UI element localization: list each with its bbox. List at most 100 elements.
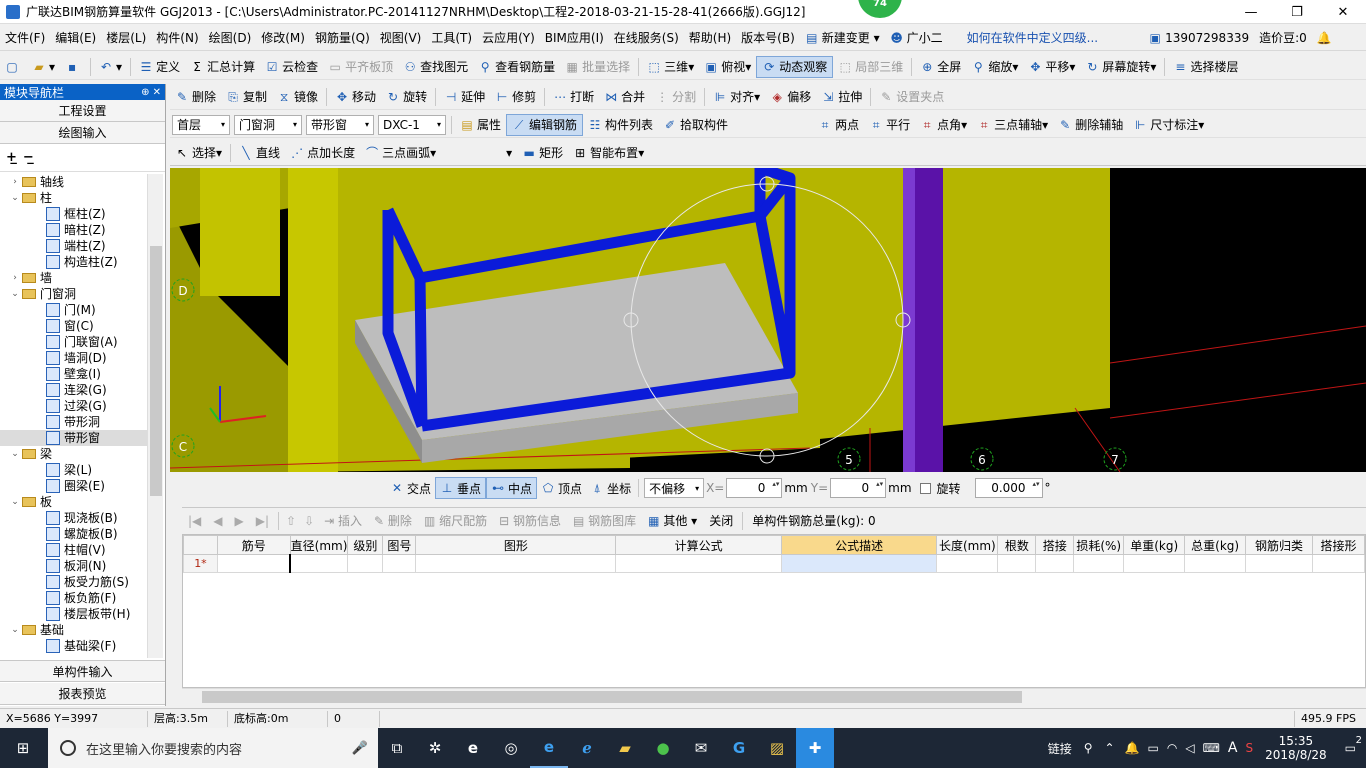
three-point-axis-button[interactable]: ⌗ 三点辅轴 ▾ xyxy=(972,114,1053,136)
rebar-info-button[interactable]: ⊟ 钢筋信息 xyxy=(493,512,567,529)
tree-item[interactable]: ⌄ 门窗洞 xyxy=(0,286,148,302)
col-unit-weight[interactable]: 单重(kg) xyxy=(1123,535,1186,555)
menu-file[interactable]: 文件(F) xyxy=(0,29,50,46)
tree-item[interactable]: 窗(C) xyxy=(0,318,148,334)
minimize-button[interactable]: — xyxy=(1228,0,1274,24)
col-formula-desc[interactable]: 公式描述 xyxy=(780,535,938,555)
tree-item[interactable]: 暗柱(Z) xyxy=(0,222,148,238)
menu-modify[interactable]: 修改(M) xyxy=(256,29,310,46)
3d-viewport[interactable]: D C 5 6 7 xyxy=(170,168,1366,472)
select-floor-button[interactable]: ≡ 选择楼层 xyxy=(1168,56,1243,78)
cell-shape[interactable] xyxy=(415,554,617,573)
menu-draw[interactable]: 绘图(D) xyxy=(204,29,257,46)
tree-toggle-icon[interactable]: ⌄ xyxy=(10,446,20,462)
category-select[interactable]: 门窗洞 ▾ xyxy=(234,114,302,135)
drawing-input-tab[interactable]: 绘图输入 xyxy=(0,122,165,144)
close-button[interactable]: ✕ xyxy=(1320,0,1366,24)
cell-formula[interactable] xyxy=(615,554,782,573)
tree-item[interactable]: 墙洞(D) xyxy=(0,350,148,366)
tree-toggle-icon[interactable]: › xyxy=(10,174,20,190)
col-grade[interactable]: 级别 xyxy=(347,535,384,555)
dynamic-view-button[interactable]: ⟳ 动态观察 xyxy=(756,55,834,78)
tree-item[interactable]: 端柱(Z) xyxy=(0,238,148,254)
line-button[interactable]: ╲ 直线 xyxy=(234,142,285,164)
new-file-button[interactable]: ▢ xyxy=(0,56,27,78)
swirl-app-icon[interactable]: ◎ xyxy=(492,728,530,768)
plus-app-icon[interactable]: ✚ xyxy=(796,728,834,768)
col-count[interactable]: 根数 xyxy=(997,535,1037,555)
break-button[interactable]: ⋯ 打断 xyxy=(548,86,599,108)
full-screen-button[interactable]: ⊕ 全屏 xyxy=(915,56,966,78)
pick-component-button[interactable]: ✐ 拾取构件 xyxy=(658,114,733,136)
rotate-button[interactable]: ↻ 旋转 xyxy=(381,86,432,108)
tree-item[interactable]: 螺旋板(B) xyxy=(0,526,148,542)
tree-item[interactable]: 基础梁(F) xyxy=(0,638,148,654)
menu-edit[interactable]: 编辑(E) xyxy=(50,29,101,46)
component-list-button[interactable]: ☷ 构件列表 xyxy=(583,114,658,136)
edge-active-icon[interactable]: e xyxy=(530,728,568,768)
cell-figure-no[interactable] xyxy=(382,554,417,573)
vertex-snap[interactable]: ⬠ 顶点 xyxy=(537,480,586,497)
perpendicular-snap[interactable]: ⊥ 垂点 xyxy=(435,477,487,499)
tree-item[interactable]: 板负筋(F) xyxy=(0,590,148,606)
component-select[interactable]: DXC-1 ▾ xyxy=(378,114,446,135)
tree-toggle-icon[interactable]: › xyxy=(10,270,20,286)
open-file-button[interactable]: ▰ ▾ xyxy=(27,56,60,78)
menu-cloud[interactable]: 云应用(Y) xyxy=(477,29,540,46)
cell-formula-desc[interactable] xyxy=(780,554,938,573)
cell-loss[interactable] xyxy=(1073,554,1125,573)
cloud-check-button[interactable]: ☑ 云检查 xyxy=(260,56,323,78)
rect-button[interactable]: ▬ 矩形 xyxy=(517,142,568,164)
microphone-icon[interactable]: 🎤 xyxy=(352,741,368,756)
maximize-button[interactable]: ❐ xyxy=(1274,0,1320,24)
tree-item[interactable]: 连梁(G) xyxy=(0,382,148,398)
extend-button[interactable]: ⊣ 延伸 xyxy=(439,86,490,108)
view-rebar-button[interactable]: ⚲ 查看钢筋量 xyxy=(473,56,560,78)
ie-browser-icon[interactable]: ℯ xyxy=(568,728,606,768)
wifi-icon[interactable]: ◠ xyxy=(1163,741,1181,755)
define-button[interactable]: ☰ 定义 xyxy=(134,56,185,78)
col-category[interactable]: 钢筋归类 xyxy=(1245,535,1313,555)
arc-more-dropdown[interactable]: ▾ xyxy=(501,142,517,164)
tree-item[interactable]: 板受力筋(S) xyxy=(0,574,148,590)
copy-button[interactable]: ⎘ 复制 xyxy=(221,86,272,108)
stretch-button[interactable]: ⇲ 拉伸 xyxy=(816,86,867,108)
cell-unit-weight[interactable] xyxy=(1123,554,1186,573)
task-view-icon[interactable]: ⧉ xyxy=(378,728,416,768)
cell-lap-type[interactable] xyxy=(1311,554,1366,573)
action-center-icon[interactable]: ▭ 2 xyxy=(1335,735,1366,755)
col-lap[interactable]: 搭接 xyxy=(1035,535,1075,555)
tree-item[interactable]: 柱帽(V) xyxy=(0,542,148,558)
collapse-all-icon[interactable]: −̲ xyxy=(23,150,34,165)
volume-icon[interactable]: ◁ xyxy=(1181,741,1198,755)
align-button[interactable]: ⊫ 对齐 ▾ xyxy=(708,86,765,108)
sum-calc-button[interactable]: Σ 汇总计算 xyxy=(185,56,260,78)
col-total-weight[interactable]: 总重(kg) xyxy=(1184,535,1247,555)
menu-view[interactable]: 视图(V) xyxy=(375,29,427,46)
col-shape[interactable]: 图形 xyxy=(415,535,617,555)
clock[interactable]: 15:35 2018/8/28 xyxy=(1257,734,1335,762)
screen-rotate-button[interactable]: ↻ 屏幕旋转 ▾ xyxy=(1080,56,1161,78)
intersection-snap[interactable]: ✕ 交点 xyxy=(386,480,435,497)
pan-button[interactable]: ✥ 平移 ▾ xyxy=(1023,56,1080,78)
chevron-up-icon[interactable]: ⌃ xyxy=(1099,741,1121,755)
top-view-button[interactable]: ▣ 俯视 ▾ xyxy=(699,56,756,78)
tree-item[interactable]: 框柱(Z) xyxy=(0,206,148,222)
windows-start-icon[interactable]: ⊞ xyxy=(4,728,42,768)
rebar-library-button[interactable]: ▤ 钢筋图库 xyxy=(567,512,642,529)
move-down-icon[interactable]: ⇩ xyxy=(300,514,318,528)
coordinate-snap[interactable]: ⍋ 坐标 xyxy=(586,480,635,497)
point-angle-button[interactable]: ⌗ 点角 ▾ xyxy=(915,114,972,136)
notification-bell-icon[interactable]: 🔔 xyxy=(1121,741,1144,755)
col-formula[interactable]: 计算公式 xyxy=(615,535,782,555)
rotate-input[interactable]: 0.000 xyxy=(974,478,1043,498)
link-label[interactable]: 链接 xyxy=(1042,740,1078,757)
tree-item[interactable]: 圈梁(E) xyxy=(0,478,148,494)
tree-item[interactable]: ⌄ 基础 xyxy=(0,622,148,638)
file-explorer-icon[interactable]: ▰ xyxy=(606,728,644,768)
type-select[interactable]: 带形窗 ▾ xyxy=(306,114,374,135)
beans-count[interactable]: 造价豆:0 xyxy=(1254,29,1312,46)
taskbar-search[interactable]: 在这里输入你要搜索的内容 🎤 xyxy=(48,728,378,768)
new-change-menu[interactable]: ▤ 新建变更 ▾ xyxy=(800,29,885,46)
set-grip-button[interactable]: ✎ 设置夹点 xyxy=(874,86,949,108)
